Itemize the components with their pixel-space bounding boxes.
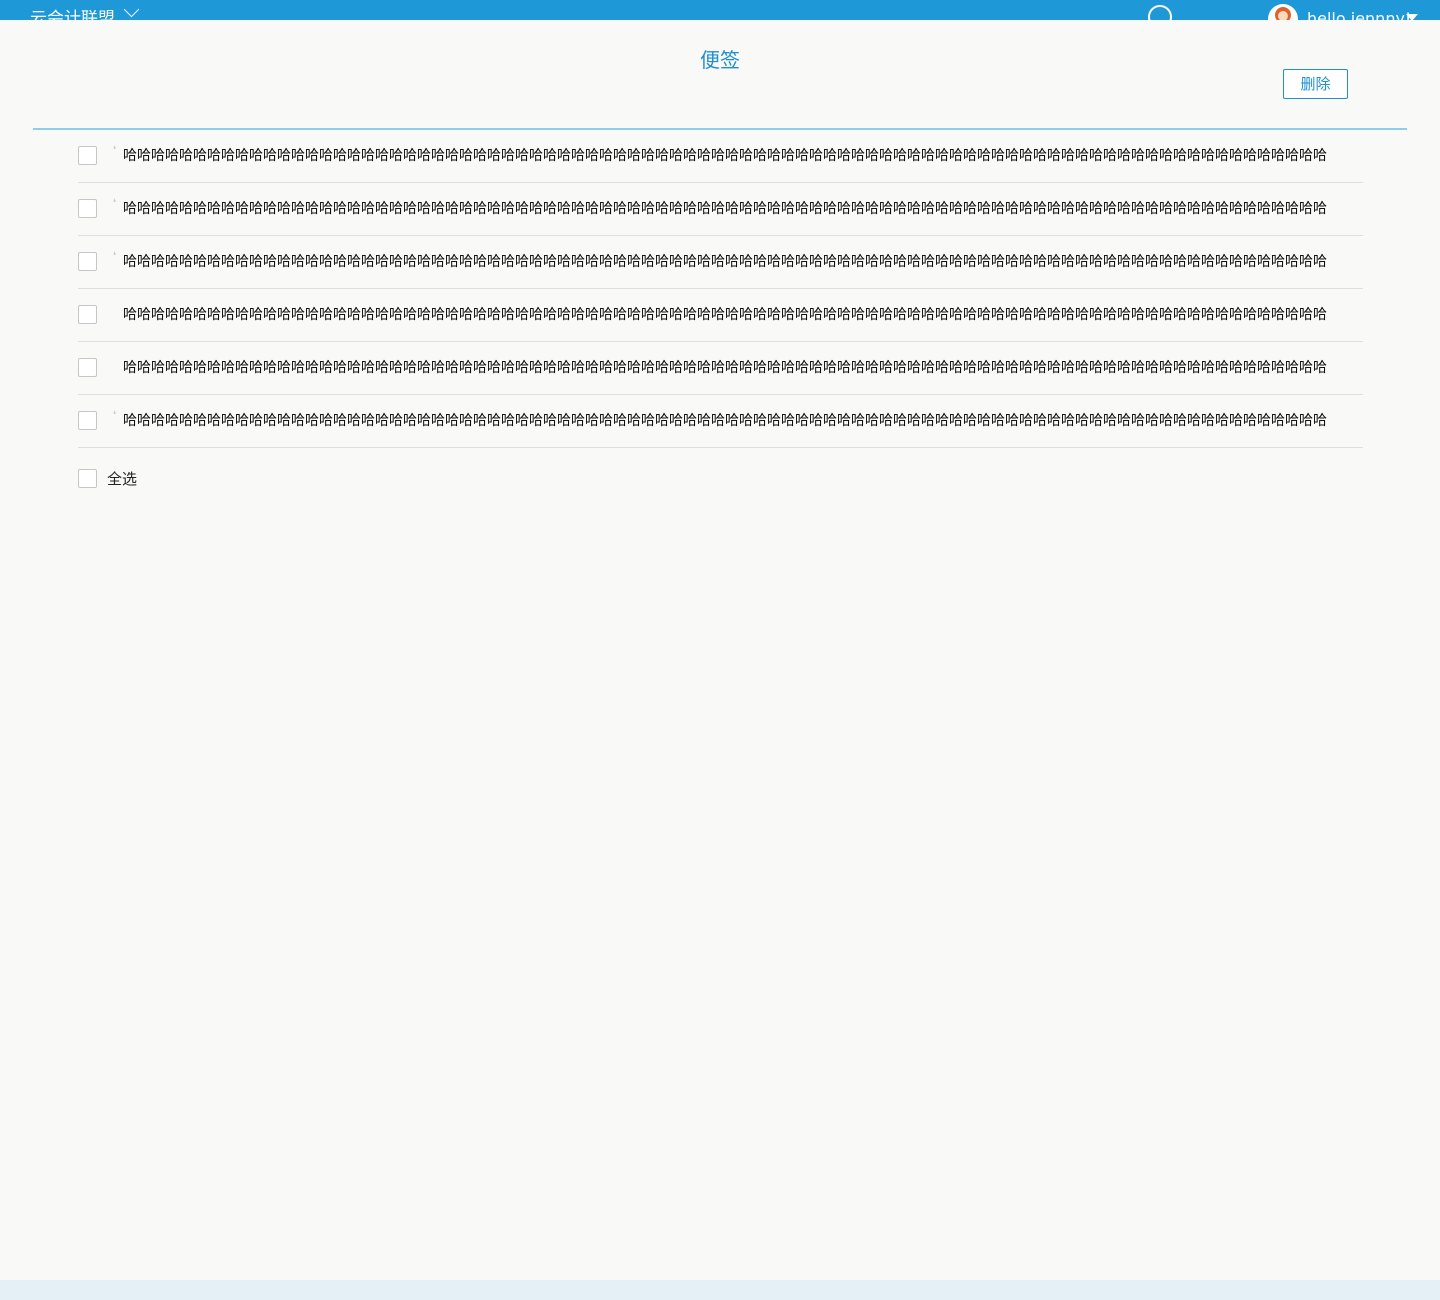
notes-panel: 便签 删除 ❛ 哈哈哈哈哈哈哈哈哈哈哈哈哈哈哈哈哈哈哈哈哈哈哈哈哈哈哈哈哈哈哈哈…: [0, 20, 1440, 1280]
note-text[interactable]: 哈哈哈哈哈哈哈哈哈哈哈哈哈哈哈哈哈哈哈哈哈哈哈哈哈哈哈哈哈哈哈哈哈哈哈哈哈哈哈哈…: [123, 198, 1328, 220]
select-all-label[interactable]: 全选: [107, 468, 137, 490]
note-row: ❛ 哈哈哈哈哈哈哈哈哈哈哈哈哈哈哈哈哈哈哈哈哈哈哈哈哈哈哈哈哈哈哈哈哈哈哈哈哈哈…: [78, 183, 1363, 236]
select-all-checkbox[interactable]: [78, 469, 97, 488]
top-bar: 云会计联盟 hello,jennny!: [0, 0, 1440, 20]
username-label[interactable]: hello,jennny!: [1307, 9, 1411, 20]
page-title: 便签: [700, 48, 740, 72]
note-row: ❛ 哈哈哈哈哈哈哈哈哈哈哈哈哈哈哈哈哈哈哈哈哈哈哈哈哈哈哈哈哈哈哈哈哈哈哈哈哈哈…: [78, 236, 1363, 289]
note-checkbox[interactable]: [78, 146, 97, 165]
avatar[interactable]: [1268, 4, 1298, 20]
note-row: ❛ 哈哈哈哈哈哈哈哈哈哈哈哈哈哈哈哈哈哈哈哈哈哈哈哈哈哈哈哈哈哈哈哈哈哈哈哈哈哈…: [78, 130, 1363, 183]
quote-icon: ❛: [113, 145, 117, 156]
note-checkbox[interactable]: [78, 358, 97, 377]
note-text[interactable]: 哈哈哈哈哈哈哈哈哈哈哈哈哈哈哈哈哈哈哈哈哈哈哈哈哈哈哈哈哈哈哈哈哈哈哈哈哈哈哈哈…: [123, 410, 1328, 432]
note-row: 哈哈哈哈哈哈哈哈哈哈哈哈哈哈哈哈哈哈哈哈哈哈哈哈哈哈哈哈哈哈哈哈哈哈哈哈哈哈哈哈…: [78, 289, 1363, 342]
note-text[interactable]: 哈哈哈哈哈哈哈哈哈哈哈哈哈哈哈哈哈哈哈哈哈哈哈哈哈哈哈哈哈哈哈哈哈哈哈哈哈哈哈哈…: [123, 251, 1328, 273]
note-checkbox[interactable]: [78, 199, 97, 218]
note-checkbox[interactable]: [78, 305, 97, 324]
quote-icon: ❛: [113, 410, 117, 421]
delete-button[interactable]: 删除: [1283, 69, 1348, 99]
chevron-down-icon[interactable]: [123, 1, 140, 18]
quote-icon: ❛: [113, 251, 117, 262]
note-list: ❛ 哈哈哈哈哈哈哈哈哈哈哈哈哈哈哈哈哈哈哈哈哈哈哈哈哈哈哈哈哈哈哈哈哈哈哈哈哈哈…: [78, 130, 1363, 448]
note-checkbox[interactable]: [78, 252, 97, 271]
note-text[interactable]: 哈哈哈哈哈哈哈哈哈哈哈哈哈哈哈哈哈哈哈哈哈哈哈哈哈哈哈哈哈哈哈哈哈哈哈哈哈哈哈哈…: [123, 304, 1328, 326]
note-text[interactable]: 哈哈哈哈哈哈哈哈哈哈哈哈哈哈哈哈哈哈哈哈哈哈哈哈哈哈哈哈哈哈哈哈哈哈哈哈哈哈哈哈…: [123, 145, 1328, 167]
note-checkbox[interactable]: [78, 411, 97, 430]
search-icon[interactable]: [1148, 5, 1172, 20]
note-row: ❛ 哈哈哈哈哈哈哈哈哈哈哈哈哈哈哈哈哈哈哈哈哈哈哈哈哈哈哈哈哈哈哈哈哈哈哈哈哈哈…: [78, 395, 1363, 448]
note-row: 哈哈哈哈哈哈哈哈哈哈哈哈哈哈哈哈哈哈哈哈哈哈哈哈哈哈哈哈哈哈哈哈哈哈哈哈哈哈哈哈…: [78, 342, 1363, 395]
avatar-face: [1278, 11, 1288, 20]
quote-icon: ❛: [113, 198, 117, 209]
brand-name[interactable]: 云会计联盟: [30, 9, 115, 20]
note-text[interactable]: 哈哈哈哈哈哈哈哈哈哈哈哈哈哈哈哈哈哈哈哈哈哈哈哈哈哈哈哈哈哈哈哈哈哈哈哈哈哈哈哈…: [123, 357, 1328, 379]
